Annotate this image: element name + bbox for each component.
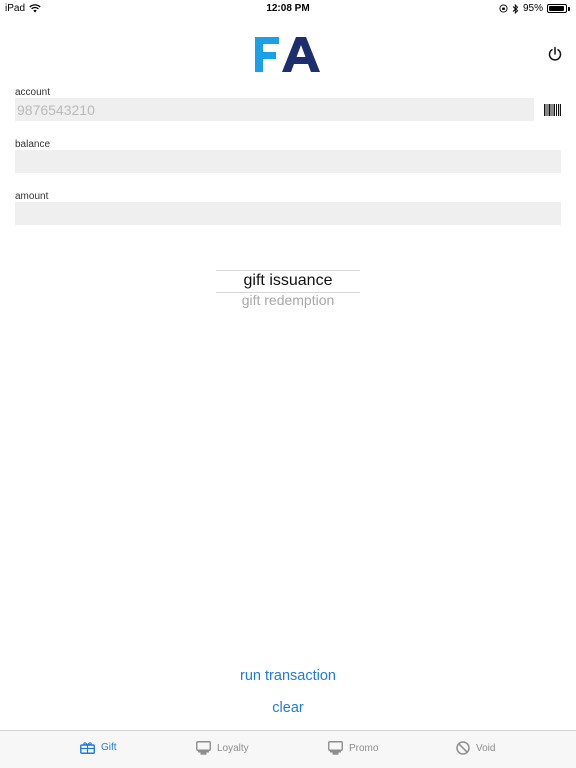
battery-percent: 95% [522, 3, 543, 14]
status-bar: iPad 12:08 PM 95% [0, 0, 576, 18]
battery-fill [549, 6, 565, 11]
tab-promo[interactable]: Promo [328, 741, 378, 755]
status-time: 12:08 PM [266, 3, 310, 14]
tab-loyalty-label: Loyalty [217, 742, 249, 754]
status-right: 95% [499, 3, 570, 14]
balance-input[interactable] [15, 150, 561, 173]
gift-card-icon [80, 742, 95, 754]
orientation-lock-icon [499, 4, 508, 13]
card-reader-icon [196, 741, 211, 755]
tab-gift-label: Gift [101, 742, 117, 753]
clear-button[interactable]: clear [0, 700, 576, 716]
tab-gift[interactable]: Gift [80, 741, 117, 754]
barcode-icon[interactable] [544, 104, 561, 116]
void-icon [456, 741, 470, 755]
tab-void-label: Void [476, 742, 496, 754]
bluetooth-icon [512, 3, 519, 14]
account-label: account [15, 87, 51, 98]
tab-loyalty[interactable]: Loyalty [196, 741, 249, 755]
run-transaction-button[interactable]: run transaction [0, 668, 576, 684]
account-input[interactable] [15, 98, 534, 121]
tab-void[interactable]: Void [456, 741, 495, 755]
amount-label: amount [15, 191, 49, 202]
picker-line-top [216, 270, 360, 271]
tab-promo-label: Promo [349, 742, 379, 754]
picker-next-option[interactable]: gift redemption [216, 292, 360, 308]
picker-selected-option[interactable]: gift issuance [216, 272, 360, 290]
battery-icon [547, 4, 567, 13]
fa-logo [255, 37, 320, 72]
battery-tip [568, 6, 570, 11]
tab-bar: Gift Loyalty Promo Void [0, 730, 576, 768]
power-icon[interactable] [547, 46, 563, 62]
balance-label: balance [15, 139, 51, 150]
amount-input[interactable] [15, 202, 561, 225]
card-reader-icon [328, 741, 343, 755]
